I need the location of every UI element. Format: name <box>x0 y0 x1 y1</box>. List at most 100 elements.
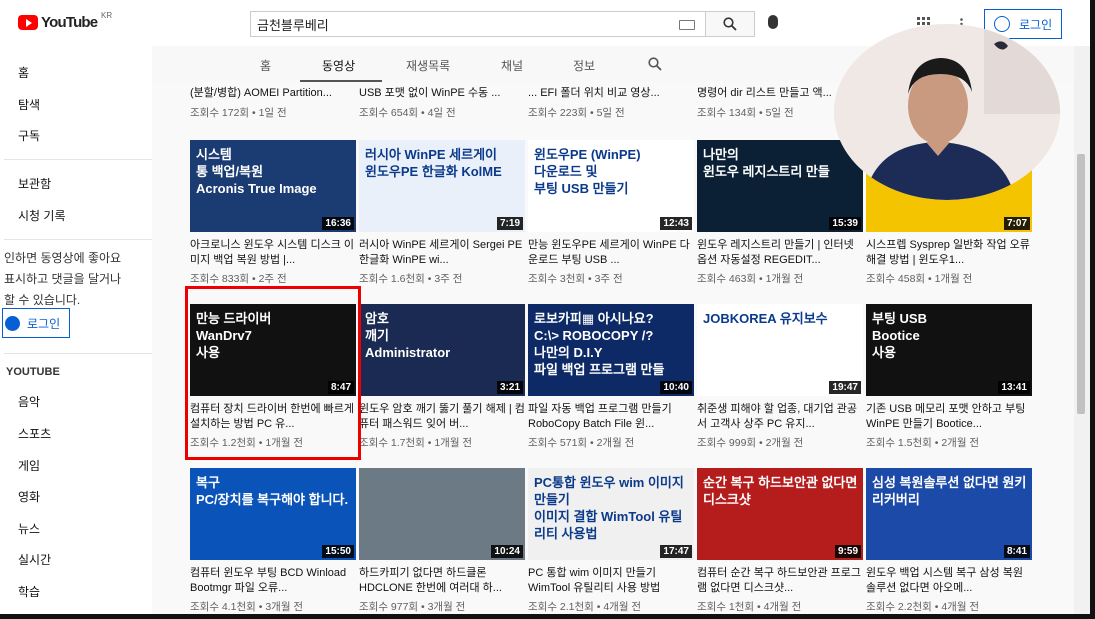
search-icon <box>723 17 737 31</box>
video-meta: 조회수 977회 • 3개월 전 <box>359 601 466 613</box>
page-scrollbar[interactable] <box>1074 46 1090 614</box>
video-title[interactable]: 컴퓨터 순간 복구 하드보안관 프로그램 없다면 디스크샷... <box>697 566 863 596</box>
region-label: KR <box>101 11 113 20</box>
video-duration: 15:50 <box>322 545 354 558</box>
video-meta: 조회수 2.2천회 • 4개월 전 <box>866 601 980 613</box>
search-button[interactable] <box>705 11 755 37</box>
video-meta: 조회수 223회 • 5일 전 <box>528 107 625 119</box>
video-title[interactable]: 러시아 WinPE 세르게이 Sergei PE 한글화 WinPE wi... <box>359 238 525 268</box>
tab-videos[interactable]: 동영상 <box>322 57 355 74</box>
video-card[interactable]: 10:24 하드카피기 없다면 하드클론 HDCLONE 한번에 여러대 하...… <box>359 468 525 614</box>
tab-about[interactable]: 정보 <box>573 57 595 74</box>
video-meta: 조회수 999회 • 2개월 전 <box>697 437 804 449</box>
sidebar-divider <box>4 353 152 354</box>
video-thumbnail[interactable]: 윈도우PE (WinPE) 다운로드 및 부팅 USB 만들기 12:43 <box>528 140 694 232</box>
video-thumbnail[interactable]: 로보카피▦ 아시나요? C:\> ROBOCOPY /? 나만의 D.I.Y 파… <box>528 304 694 396</box>
video-card[interactable]: 복구 PC/장치를 복구해야 합니다. 15:50 컴퓨터 윈도우 부팅 BCD W… <box>190 468 356 614</box>
video-meta: 조회수 463회 • 1개월 전 <box>697 273 804 285</box>
video-title[interactable]: 만능 윈도우PE 세르게이 WinPE 다운로드 부팅 USB ... <box>528 238 694 268</box>
sidebar-item-news[interactable]: 뉴스 <box>18 520 40 537</box>
video-card[interactable]: JOBKOREA 유지보수 19:47 취준생 피해야 할 업종, 대기업 관공서 … <box>697 304 863 454</box>
channel-search-icon[interactable] <box>648 57 662 71</box>
youtube-logo[interactable]: YouTube KR <box>18 11 112 33</box>
video-title[interactable]: 컴퓨터 윈도우 부팅 BCD Winload Bootmgr 파일 오류... <box>190 566 356 596</box>
video-card[interactable]: 시스템 통 백업/복원 Acronis True Image 16:36 아크로니스… <box>190 140 356 290</box>
video-title[interactable]: 윈도우 백업 시스템 복구 삼성 복원 솔루션 없다면 아오메... <box>866 566 1032 596</box>
tab-playlists[interactable]: 재생목록 <box>406 57 450 74</box>
sidebar-item-history[interactable]: 시청 기록 <box>18 207 66 224</box>
video-title[interactable]: 파일 자동 백업 프로그램 만들기 RoboCopy Batch File 윈.… <box>528 402 694 432</box>
sidebar-item-sports[interactable]: 스포츠 <box>18 425 51 442</box>
microphone-icon[interactable] <box>768 15 778 29</box>
video-thumbnail[interactable]: 암호 깨기 Administrator 3:21 <box>359 304 525 396</box>
video-title[interactable]: 시스프렙 Sysprep 일반화 작업 오류 해결 방법 | 윈도우1... <box>866 238 1032 268</box>
video-meta: 조회수 3천회 • 3주 전 <box>528 273 623 285</box>
video-card[interactable]: 순간 복구 하드보안관 없다면 디스크샷 9:59 컴퓨터 순간 복구 하드보안관 … <box>697 468 863 614</box>
sidebar-login-button[interactable]: 로그인 <box>2 308 70 338</box>
sidebar: 홈 탐색 구독 보관함 시청 기록 인하면 동영상에 좋아요 표시하고 댓글을 … <box>0 46 152 614</box>
video-duration: 15:39 <box>829 217 861 230</box>
sidebar-login-message-line: 인하면 동영상에 좋아요 <box>4 251 122 265</box>
video-card[interactable]: 로보카피▦ 아시나요? C:\> ROBOCOPY /? 나만의 D.I.Y 파… <box>528 304 694 454</box>
video-thumbnail[interactable]: 10:24 <box>359 468 525 560</box>
video-title[interactable]: 윈도우 암호 깨기 뚫기 풀기 해제 | 컴퓨터 패스워드 잊어 버... <box>359 402 525 432</box>
video-duration: 7:07 <box>1003 217 1030 230</box>
video-card[interactable]: PC통합 윈도우 wim 이미지 만들기 이미지 결합 WimTool 유틸리티… <box>528 468 694 614</box>
sidebar-divider <box>4 159 152 160</box>
sidebar-item-movies[interactable]: 영화 <box>18 488 40 505</box>
partial-video-card[interactable]: (분할/병합) AOMEI Partition... 조회수 172회 • 1일 … <box>190 82 356 122</box>
video-meta: 조회수 1.7천회 • 1개월 전 <box>359 437 473 449</box>
scrollbar-thumb[interactable] <box>1077 154 1085 414</box>
video-thumbnail[interactable]: 나만의 윈도우 레지스트리 만들 15:39 <box>697 140 863 232</box>
youtube-play-icon <box>18 15 38 30</box>
tab-channels[interactable]: 채널 <box>501 57 523 74</box>
video-title[interactable]: 아크로니스 윈도우 시스템 디스크 이미지 백업 복원 방법 |... <box>190 238 356 268</box>
video-meta: 조회수 2.1천회 • 4개월 전 <box>528 601 642 613</box>
video-duration: 9:59 <box>834 545 861 558</box>
video-thumbnail[interactable]: 부팅 USB Bootice 사용 13:41 <box>866 304 1032 396</box>
partial-video-card[interactable]: USB 포맷 없이 WinPE 수동 ... 조회수 654회 • 4일 전 <box>359 82 525 122</box>
video-title[interactable]: ... EFI 폴더 위치 비교 영상... <box>528 84 694 100</box>
account-icon <box>994 16 1010 32</box>
sidebar-item-explore[interactable]: 탐색 <box>18 96 40 113</box>
video-thumbnail[interactable]: PC통합 윈도우 wim 이미지 만들기 이미지 결합 WimTool 유틸리티… <box>528 468 694 560</box>
video-card[interactable]: 윈도우PE (WinPE) 다운로드 및 부팅 USB 만들기 12:43 만능 윈… <box>528 140 694 290</box>
sidebar-item-learning[interactable]: 학습 <box>18 583 40 600</box>
video-title[interactable]: 윈도우 레지스트리 만들기 | 인터넷옵션 자동설정 REGEDIT... <box>697 238 863 268</box>
video-thumbnail[interactable]: 순간 복구 하드보안관 없다면 디스크샷 9:59 <box>697 468 863 560</box>
partial-video-card[interactable]: ... EFI 폴더 위치 비교 영상... 조회수 223회 • 5일 전 <box>528 82 694 122</box>
sidebar-item-home[interactable]: 홈 <box>18 64 29 81</box>
video-title[interactable]: PC 통합 wim 이미지 만들기 WimTool 유틸리티 사용 방법 <box>528 566 694 596</box>
video-title[interactable]: 취준생 피해야 할 업종, 대기업 관공서 고객사 상주 PC 유지... <box>697 402 863 432</box>
video-duration: 17:47 <box>660 545 692 558</box>
thumbnail-text: JOBKOREA 유지보수 <box>703 311 828 326</box>
sidebar-item-music[interactable]: 음악 <box>18 393 40 410</box>
video-title[interactable]: 기존 USB 메모리 포맷 안하고 부팅 WinPE 만들기 Bootice..… <box>866 402 1032 432</box>
video-title[interactable]: USB 포맷 없이 WinPE 수동 ... <box>359 84 525 100</box>
video-card[interactable]: 심성 복원솔루션 없다면 원키 리커버리 8:41 윈도우 백업 시스템 복구 삼성… <box>866 468 1032 614</box>
video-thumbnail[interactable]: JOBKOREA 유지보수 19:47 <box>697 304 863 396</box>
sidebar-login-message-line: 표시하고 댓글을 달거나 <box>4 272 122 286</box>
sidebar-item-gaming[interactable]: 게임 <box>18 457 40 474</box>
account-icon <box>5 316 20 331</box>
video-thumbnail[interactable]: 복구 PC/장치를 복구해야 합니다. 15:50 <box>190 468 356 560</box>
video-title[interactable]: (분할/병합) AOMEI Partition... <box>190 84 356 100</box>
sidebar-item-live[interactable]: 실시간 <box>18 551 51 568</box>
thumbnail-text: 암호 깨기 Administrator <box>365 311 451 360</box>
search-input[interactable]: 금천블루베리 <box>250 11 706 37</box>
video-thumbnail[interactable]: 시스템 통 백업/복원 Acronis True Image 16:36 <box>190 140 356 232</box>
video-title[interactable]: 하드카피기 없다면 하드클론 HDCLONE 한번에 여러대 하... <box>359 566 525 596</box>
sidebar-divider <box>4 239 152 240</box>
keyboard-icon[interactable] <box>679 20 695 30</box>
sidebar-item-subscriptions[interactable]: 구독 <box>18 127 40 144</box>
video-thumbnail[interactable]: 러시아 WinPE 세르게이 윈도우PE 한글화 KolME 7:19 <box>359 140 525 232</box>
video-card[interactable]: 암호 깨기 Administrator 3:21 윈도우 암호 깨기 뚫기 풀기 해… <box>359 304 525 454</box>
sidebar-item-library[interactable]: 보관함 <box>18 175 51 192</box>
tab-home[interactable]: 홈 <box>260 57 271 74</box>
video-card[interactable]: 러시아 WinPE 세르게이 윈도우PE 한글화 KolME 7:19 러시아 Wi… <box>359 140 525 290</box>
sidebar-login-label: 로그인 <box>27 316 61 331</box>
video-duration: 13:41 <box>998 381 1030 394</box>
video-card[interactable]: 나만의 윈도우 레지스트리 만들 15:39 윈도우 레지스트리 만들기 | 인터넷… <box>697 140 863 290</box>
video-thumbnail[interactable]: 심성 복원솔루션 없다면 원키 리커버리 8:41 <box>866 468 1032 560</box>
video-card[interactable]: 부팅 USB Bootice 사용 13:41 기존 USB 메모리 포맷 안하고 … <box>866 304 1032 454</box>
